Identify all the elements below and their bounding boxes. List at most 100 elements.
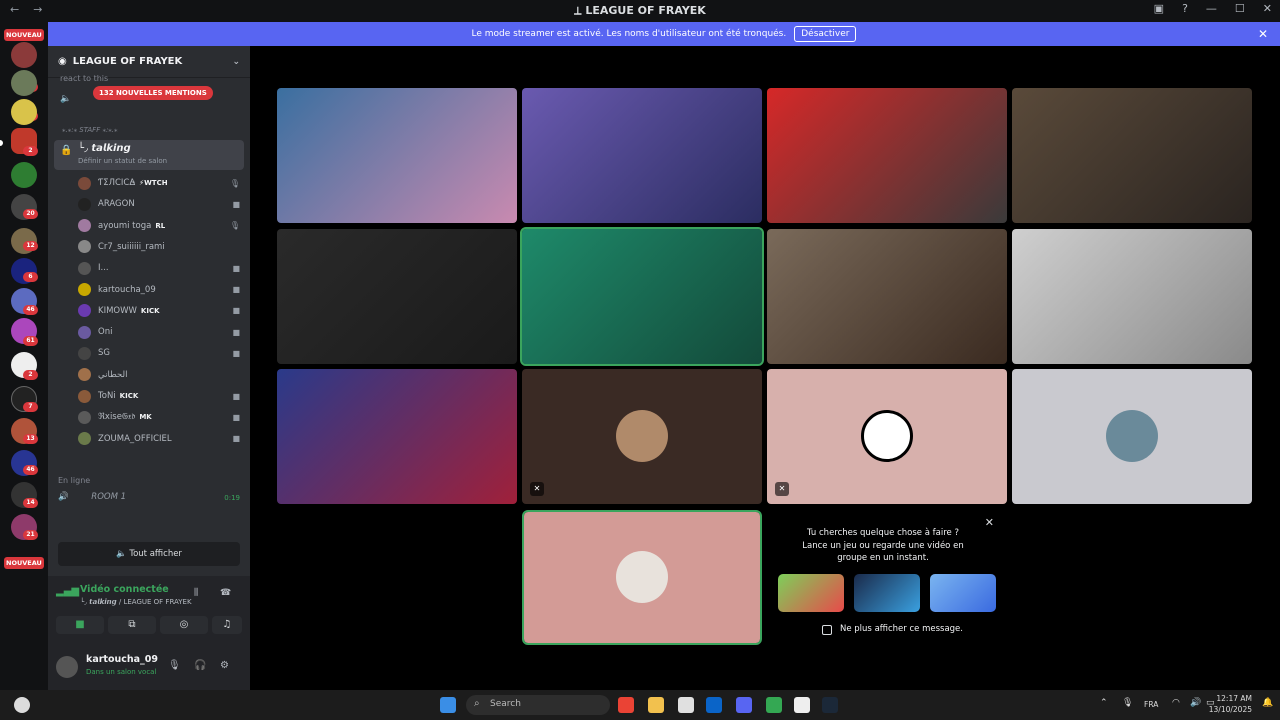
minimize-icon[interactable]: — [1206,2,1217,15]
store-icon[interactable] [678,697,694,713]
sudoku-game-icon[interactable] [930,574,996,612]
mention-badge: 2 [23,370,38,380]
video-tile[interactable] [277,88,517,223]
lock-icon: 🔒 [60,145,73,156]
banner-close-icon[interactable]: ✕ [1258,27,1268,41]
member-row[interactable]: ZOUMA_OFFICIEL ■ [78,430,240,448]
language-indicator[interactable]: FRA [1144,700,1158,709]
voice-status[interactable]: Vidéo connectée [80,584,169,595]
avatar [78,197,91,211]
avatar [78,261,91,275]
video-icon: ■ [232,434,240,444]
clock-date[interactable]: 13/10/2025 [1204,705,1252,714]
mention-badge: 14 [23,498,38,508]
suggest-subtitle: Lance un jeu ou regarde une vidéo en gro… [802,541,964,563]
user-name[interactable]: kartoucha_09 [86,654,158,665]
inbox-icon[interactable]: ▣ [1154,2,1164,15]
server-icon[interactable] [11,99,37,125]
member-row[interactable]: Cr7_suiiiiii_rami [78,238,240,256]
search-input[interactable]: ⌕ Search [466,695,610,715]
steam-icon[interactable] [822,697,838,713]
disable-button[interactable]: Désactiver [794,26,857,42]
server-icon[interactable] [11,70,37,96]
avatar-tile[interactable]: ✕ [522,369,762,504]
video-icon: ■ [232,199,240,209]
online-header: En ligne [58,476,91,485]
channel-status-prompt[interactable]: Définir un statut de salon [78,157,167,165]
screen-share-button[interactable]: ⧉ [108,616,156,634]
headphones-icon[interactable]: 🎧 [194,660,206,671]
member-name: SG [98,348,110,359]
avatar [861,410,913,462]
video-tile[interactable] [522,88,762,223]
member-row[interactable]: I... ■ [78,259,240,277]
video-tile-speaking[interactable] [520,227,764,366]
chevron-down-icon[interactable]: ⌄ [232,57,240,67]
member-row[interactable]: ARAGON ■ [78,195,240,213]
settings-gear-icon[interactable]: ⚙ [220,660,229,671]
show-all-button[interactable]: 🔈 Tout afficher [58,542,240,566]
member-row[interactable]: ayoumi toga RL 🎙 [78,217,240,235]
avatar-tile[interactable] [1012,369,1252,504]
outlook-icon[interactable] [706,697,722,713]
app-icon[interactable] [794,697,810,713]
noise-suppression-icon[interactable]: ⫼ [194,588,198,598]
avatar-tile[interactable]: ✕ [767,369,1007,504]
notification-bell-icon[interactable]: 🔔 [1262,698,1273,708]
member-row[interactable]: kartoucha_09 ■ [78,281,240,299]
server-icon[interactable] [11,42,37,68]
video-icon: ■ [232,327,240,337]
clock-time[interactable]: 12:17 AM [1214,694,1252,703]
chevron-up-icon[interactable]: ⌃ [1100,698,1108,708]
dont-show-label[interactable]: Ne plus afficher ce message. [840,624,963,634]
faded-channel[interactable]: react to this [60,74,244,83]
muted-icon: ✕ [775,482,789,496]
dont-show-checkbox[interactable] [822,625,832,635]
mention-badge: 13 [23,434,38,444]
room-row[interactable]: 🔊 ROOM 1 0:19 [58,492,240,508]
member-row[interactable]: ToNi KICK ■ [78,387,240,405]
chrome-icon[interactable] [618,697,634,713]
member-row[interactable]: SG ■ [78,344,240,362]
member-row[interactable]: ƬΣЛCICΔ̴ ⚡WTCH 🎙 [78,174,240,192]
close-icon[interactable]: ✕ [1263,2,1272,15]
server-icon[interactable] [11,162,37,188]
video-tile[interactable] [1012,229,1252,364]
member-name: ℜxise𝔊𝔵𝔡 [98,412,136,423]
video-tile[interactable] [767,88,1007,223]
member-row[interactable]: KIMOWW KICK ■ [78,302,240,320]
member-row[interactable]: ℜxise𝔊𝔵𝔡 MK ■ [78,408,240,426]
wifi-icon[interactable]: ◠ [1172,698,1180,708]
avatar-tile-speaking[interactable] [522,510,762,645]
volume-icon[interactable]: 🔊 [1190,698,1201,708]
active-channel[interactable]: 🔒 └◞ 𝙩𝙖𝙡𝙠𝙞𝙣𝙜 Définir un statut de salon [54,140,244,170]
help-icon[interactable]: ? [1182,2,1188,15]
video-tile[interactable] [767,229,1007,364]
file-explorer-icon[interactable] [648,697,664,713]
discord-icon[interactable] [736,697,752,713]
video-tile[interactable] [1012,88,1252,223]
maximize-icon[interactable]: ☐ [1235,2,1245,15]
signal-icon[interactable]: ▂▄▆ [56,586,79,597]
soundboard-button[interactable]: ♫ [212,616,242,634]
video-tile[interactable] [277,369,517,504]
muted-mic-icon: 🎙 [229,178,240,188]
avatar[interactable] [56,656,78,678]
member-row[interactable]: الحطاني [78,366,240,384]
magic-game-icon[interactable] [778,574,844,612]
camera-button[interactable]: ■ [56,616,104,634]
widgets-icon[interactable] [14,697,30,713]
chrome-icon[interactable] [766,697,782,713]
windows-start-icon[interactable] [440,697,456,713]
mention-badge: 7 [23,402,38,412]
mentions-badge[interactable]: 132 NOUVELLES MENTIONS [93,86,213,100]
member-row[interactable]: Oni ■ [78,323,240,341]
microphone-icon[interactable]: 🎙 [1122,698,1133,708]
room-name: ROOM 1 [91,492,127,502]
rythm-game-icon[interactable] [854,574,920,612]
microphone-icon[interactable]: 🎙 [168,660,181,671]
disconnect-icon[interactable]: ☎ [220,588,231,598]
video-tile[interactable] [277,229,517,364]
activity-button[interactable]: ◎ [160,616,208,634]
category-staff[interactable]: ⁎.⁎:⁎ STAFF ⁎:⁎.⁎ [62,126,244,134]
